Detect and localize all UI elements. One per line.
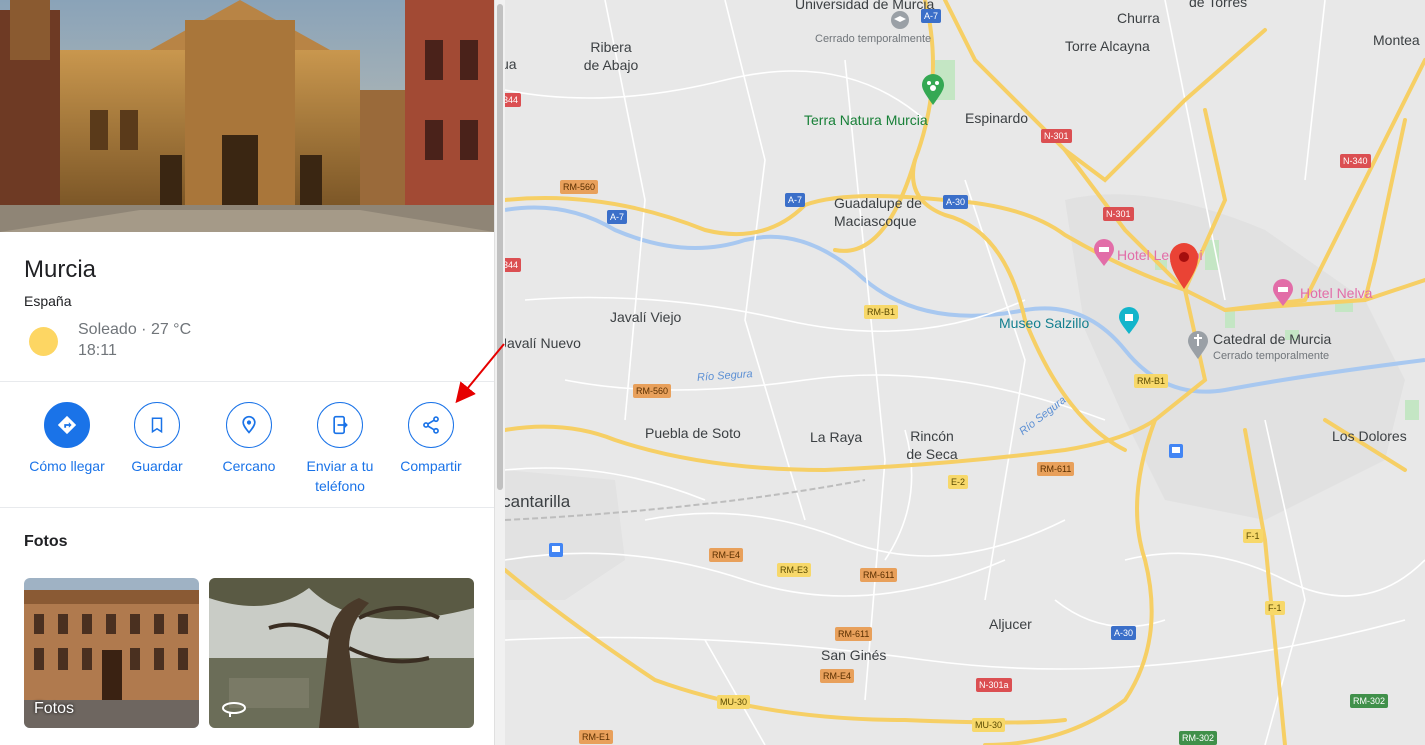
photos-heading: Fotos: [24, 533, 68, 550]
map-label-closed: Cerrado temporalmente: [1213, 350, 1330, 362]
divider: [0, 507, 494, 508]
road-shield: N-301: [1103, 207, 1134, 221]
map-label-espinardo[interactable]: Espinardo: [965, 110, 1028, 126]
map-label-san-gines[interactable]: San Ginés: [821, 647, 886, 663]
road-shield: RM-E4: [709, 548, 744, 562]
transit-icon[interactable]: [549, 543, 563, 557]
road-shield: RM-302: [1350, 694, 1389, 708]
map-label-alcantarilla[interactable]: Alcantarilla: [505, 492, 570, 512]
weather-conditions: Soleado · 27 °C: [78, 321, 192, 338]
bookmark-icon: [151, 417, 163, 434]
directions-icon: [57, 415, 77, 435]
photo-thumbnail-building[interactable]: Fotos: [24, 578, 199, 728]
road-shield: RM-560: [633, 384, 672, 398]
road-shield: RM-E1: [579, 730, 614, 744]
map-label-la-raya[interactable]: La Raya: [810, 429, 862, 445]
photos-label: Fotos: [34, 700, 75, 717]
send-to-phone-label: Enviar a tu teléfono: [306, 458, 374, 494]
place-title: Murcia: [24, 256, 97, 283]
road-shield: RM-B1: [1134, 374, 1169, 388]
road-shield: RM-611: [860, 568, 898, 582]
road-shield: RM-B1: [864, 305, 899, 319]
photo-thumbnail-360[interactable]: [209, 578, 474, 728]
map-label-los-dolores[interactable]: Los Dolores: [1332, 428, 1407, 444]
send-to-phone-icon: [333, 415, 348, 435]
map-label-javali-viejo[interactable]: Javalí Viejo: [610, 309, 681, 325]
hotel-icon[interactable]: [1272, 279, 1294, 307]
road-shield: N-340: [1340, 154, 1371, 168]
road-shield: A-7: [785, 193, 806, 207]
directions-button[interactable]: Cómo llegar: [21, 402, 113, 476]
map-label-guadalupe[interactable]: Guadalupe de Maciascoque: [834, 194, 944, 230]
road-shield: RM-560: [560, 180, 599, 194]
map-label-de-torres[interactable]: de Torres: [1189, 0, 1247, 10]
map-label-ua[interactable]: ua: [505, 56, 517, 72]
sunny-icon: [29, 327, 58, 356]
museum-icon[interactable]: [1118, 307, 1140, 335]
map-label-javali-nuevo[interactable]: Javalí Nuevo: [505, 335, 581, 351]
hotel-icon[interactable]: [1093, 239, 1115, 267]
scrollbar-thumb[interactable]: [497, 4, 503, 490]
church-icon[interactable]: [1187, 330, 1209, 360]
share-button[interactable]: Compartir: [385, 402, 477, 476]
nearby-label: Cercano: [222, 458, 276, 474]
zoo-icon[interactable]: [921, 74, 945, 106]
road-shield: A-30: [1111, 626, 1137, 640]
road-shield: 344: [505, 93, 522, 107]
place-panel: Murcia España Soleado · 27 °C 18:11 Cómo…: [0, 0, 494, 745]
map-label-universidad[interactable]: Universidad de Murcia: [795, 0, 934, 12]
share-label: Compartir: [400, 458, 462, 474]
map-label-montea[interactable]: Montea: [1373, 32, 1420, 48]
map-label-puebla-de-soto[interactable]: Puebla de Soto: [645, 425, 741, 441]
map-label-terra-natura[interactable]: Terra Natura Murcia: [804, 112, 928, 128]
road-shield: N-301a: [976, 678, 1012, 692]
map-label-rincon-de-seca[interactable]: Rincón de Seca: [901, 427, 963, 463]
road-shield: MU-30: [717, 695, 751, 709]
local-time: 18:11: [78, 342, 117, 359]
road-shield: F-1: [1265, 601, 1285, 615]
road-shield: RM-611: [835, 627, 873, 641]
road-shield: RM-302: [1179, 731, 1218, 745]
road-shield: RM-611: [1037, 462, 1075, 476]
map-label-closed: Cerrado temporalmente: [815, 33, 932, 45]
university-icon[interactable]: [890, 10, 910, 30]
map-canvas[interactable]: Universidad de Murcia Cerrado temporalme…: [505, 0, 1425, 745]
transit-icon[interactable]: [1169, 444, 1183, 458]
road-shield: RM-E4: [820, 669, 855, 683]
location-pin-icon[interactable]: [1169, 242, 1199, 290]
road-shield: A-7: [921, 9, 942, 23]
hero-photo-murcia-cathedral[interactable]: [0, 0, 494, 232]
panel-scrollbar[interactable]: [494, 0, 505, 745]
share-icon: [423, 416, 439, 434]
map-label-ribera-de-abajo[interactable]: Ribera de Abajo: [581, 38, 641, 74]
road-shield: E-2: [948, 475, 969, 489]
road-shield: MU-30: [972, 718, 1006, 732]
road-shield: RM-E3: [777, 563, 812, 577]
road-shield: N-301: [1041, 129, 1072, 143]
map-label-hotel-nelva[interactable]: Hotel Nelva: [1300, 285, 1372, 301]
road-shield: A-30: [943, 195, 969, 209]
map-label-churra[interactable]: Churra: [1117, 10, 1160, 26]
place-country: España: [24, 293, 72, 309]
send-to-phone-button[interactable]: Enviar a tu teléfono: [294, 402, 386, 496]
map-label-museo-salzillo[interactable]: Museo Salzillo: [999, 315, 1089, 331]
save-button[interactable]: Guardar: [111, 402, 203, 476]
nearby-button[interactable]: Cercano: [203, 402, 295, 476]
save-label: Guardar: [131, 458, 183, 474]
road-shield: 344: [505, 258, 522, 272]
directions-label: Cómo llegar: [29, 458, 105, 474]
map-label-aljucer[interactable]: Aljucer: [989, 616, 1032, 632]
divider: [0, 381, 494, 382]
map-label-torre-alcayna[interactable]: Torre Alcayna: [1065, 38, 1150, 54]
road-shield: F-1: [1243, 529, 1263, 543]
map-label-catedral[interactable]: Catedral de Murcia: [1213, 331, 1331, 347]
photo-360-icon: [222, 702, 246, 717]
road-shield: A-7: [607, 210, 628, 224]
nearby-icon: [242, 415, 256, 434]
